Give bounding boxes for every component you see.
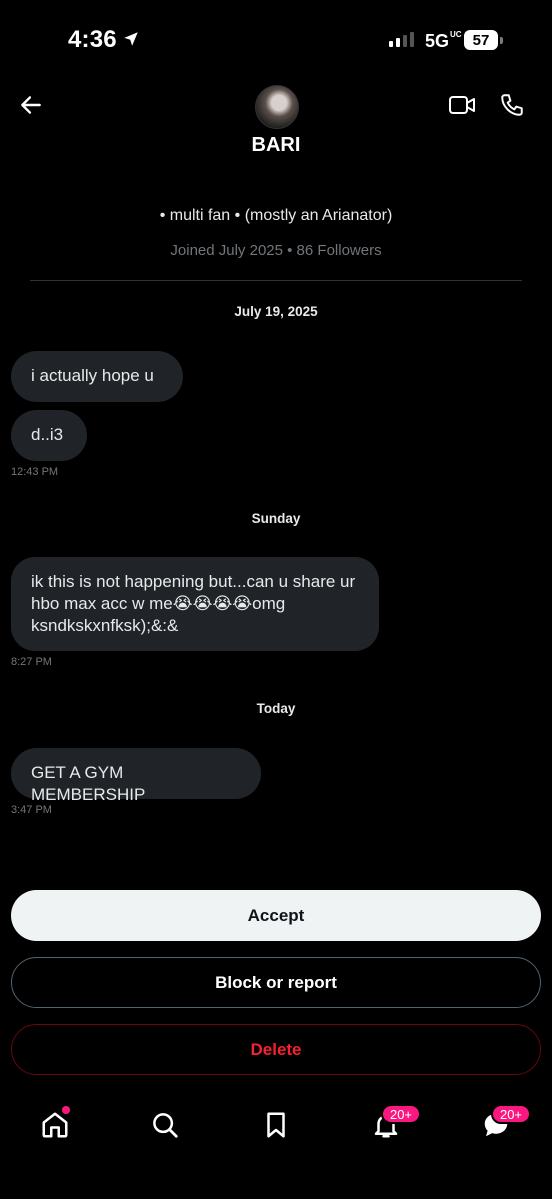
message-timestamp: 8:27 PM [11,656,52,668]
notifications-badge: 20+ [381,1104,421,1124]
profile-name[interactable]: BARI [0,134,552,157]
date-separator: Sunday [251,511,301,526]
block-or-report-button[interactable]: Block or report [11,957,541,1008]
message-bubble[interactable]: d..i3 [11,410,87,461]
message-timestamp: 3:47 PM [11,804,52,816]
date-separator: Today [256,701,296,716]
message-bubble[interactable]: i actually hope u [11,351,183,402]
date-separator: July 19, 2025 [234,304,318,319]
home-icon[interactable] [40,1110,70,1140]
battery-tip [500,37,503,44]
avatar[interactable] [255,85,299,129]
message-bubble[interactable]: ik this is not happening but...can u sha… [11,557,379,651]
profile-meta: Joined July 2025 • 86 Followers [170,242,382,259]
profile-bio: • multi fan • (mostly an Arianator) [159,207,393,224]
search-icon[interactable] [150,1110,180,1140]
location-arrow-icon [124,32,138,46]
network-indicator: 5GUC [425,30,462,52]
accept-button[interactable]: Accept [11,890,541,941]
back-arrow-icon[interactable] [18,92,44,118]
message-timestamp: 12:43 PM [11,466,59,478]
bookmark-icon[interactable] [261,1110,291,1140]
battery-icon: 57 [464,30,498,50]
video-call-icon[interactable] [448,92,476,118]
home-notification-dot [62,1106,70,1114]
signal-strength-icon [389,32,414,47]
message-bubble[interactable]: GET A GYM MEMBERSHIP [11,748,261,804]
divider [30,280,522,281]
status-time: 4:36 [68,26,117,53]
phone-call-icon[interactable] [499,92,525,118]
messages-badge: 20+ [491,1104,531,1124]
delete-button[interactable]: Delete [11,1024,541,1075]
